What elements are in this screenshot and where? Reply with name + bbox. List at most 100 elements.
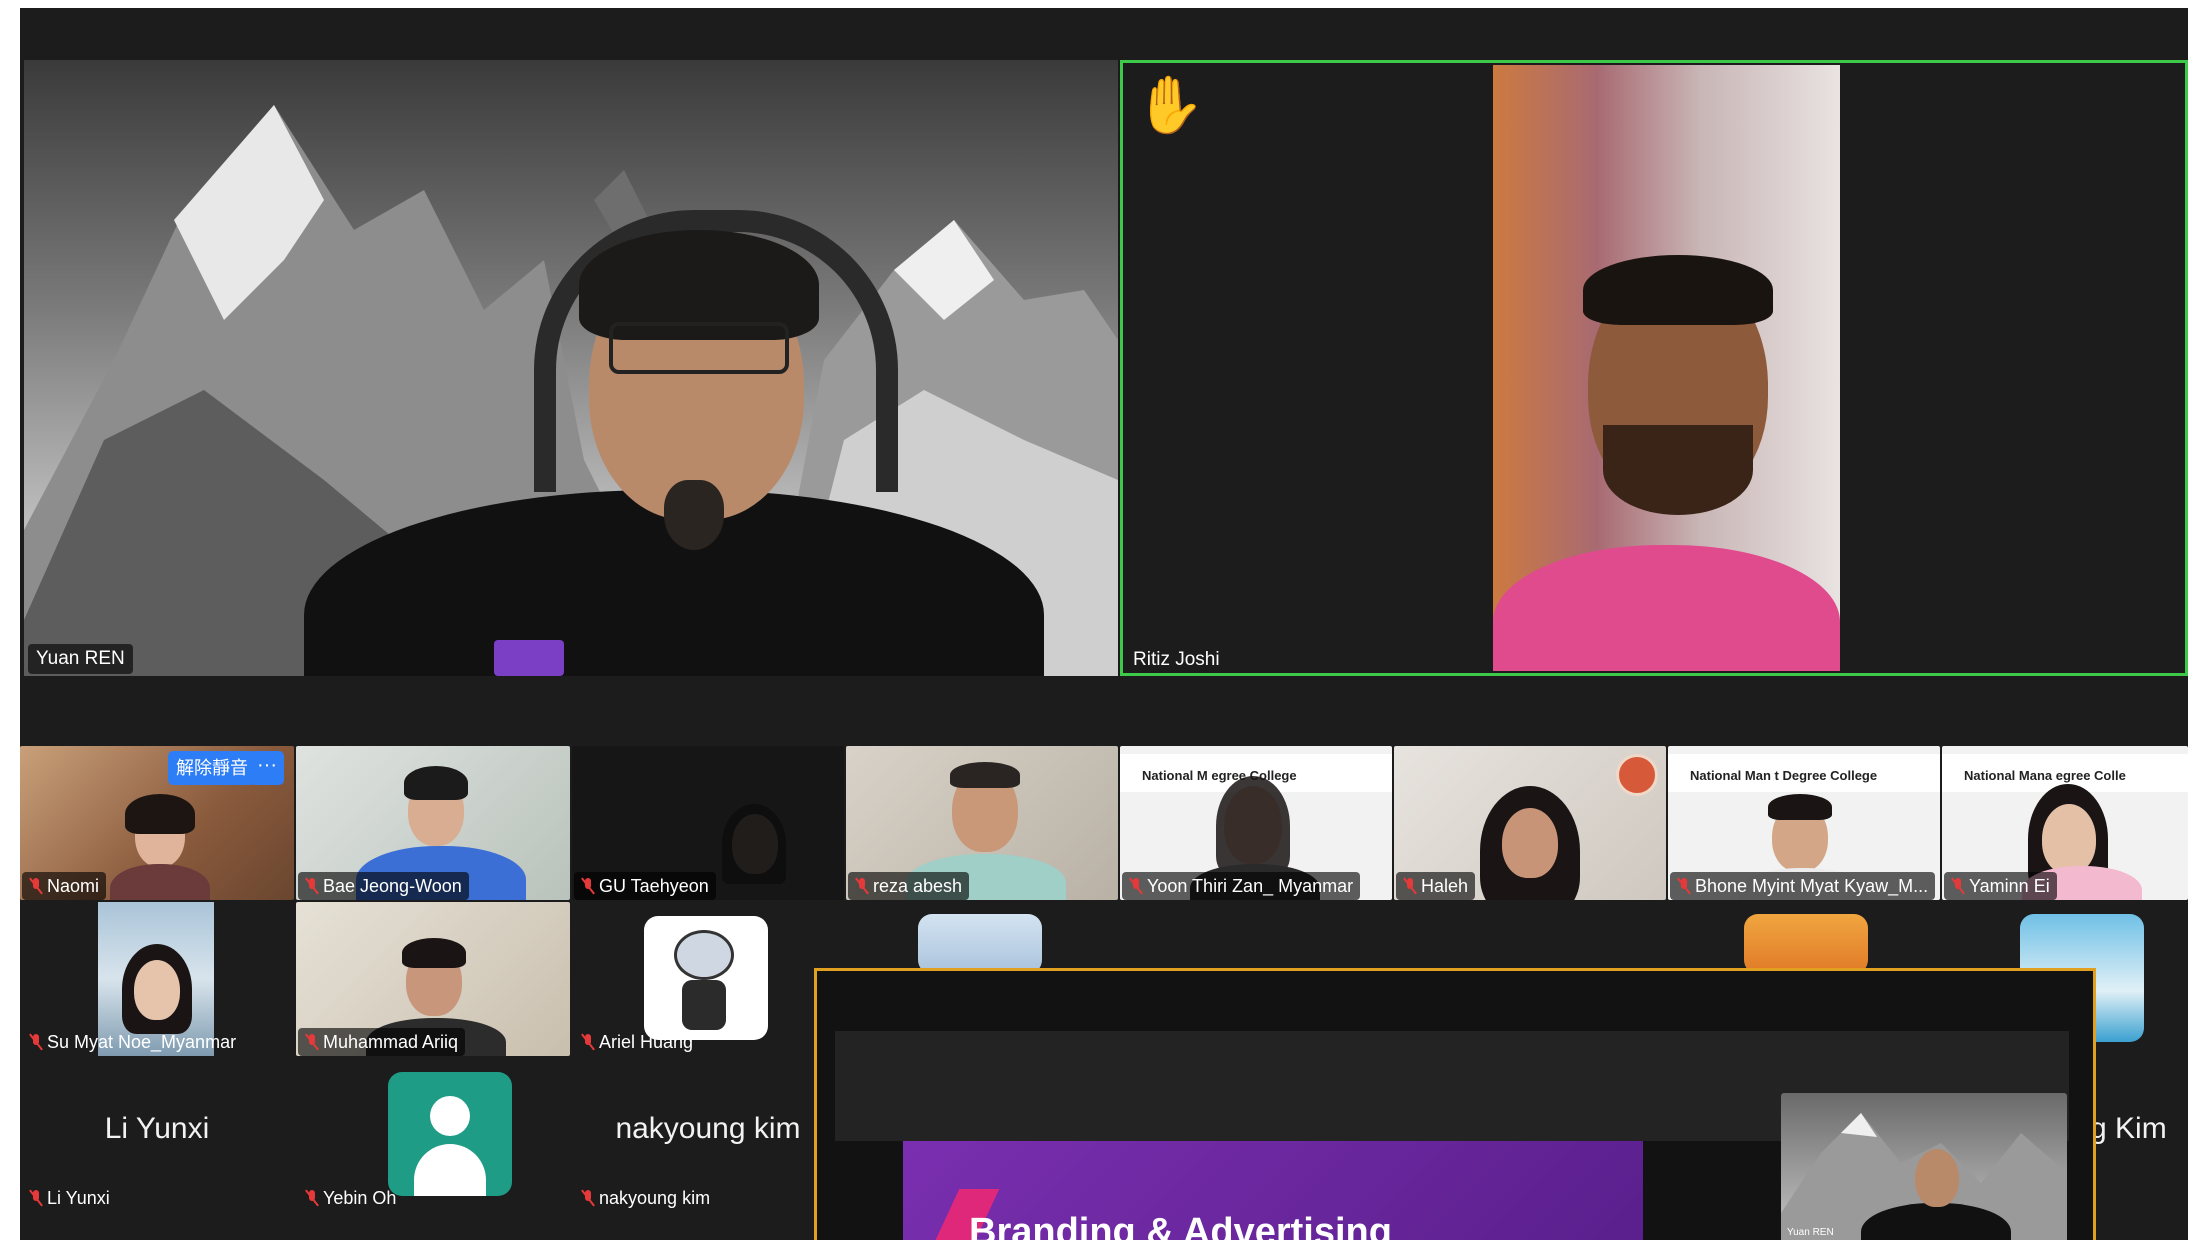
mic-muted-icon (1403, 877, 1417, 895)
ritiz-hair (1583, 255, 1773, 325)
participant-name: Li Yunxi (47, 1188, 110, 1208)
participant-display-name: Li Yunxi (104, 1112, 210, 1145)
raised-hand-icon: ✋ (1135, 73, 1205, 136)
cartoon-body (682, 980, 726, 1030)
reza-hair (950, 762, 1020, 788)
mic-muted-icon (305, 1189, 319, 1207)
participant-name: Naomi (47, 876, 100, 896)
participant-name: Haleh (1421, 876, 1469, 896)
yaminn-face (2042, 804, 2096, 874)
user-silhouette-body-icon (414, 1144, 486, 1196)
gu-hair (722, 804, 786, 884)
mic-muted-icon (1677, 877, 1691, 895)
gallery-tile-bhone-myint-myat-kyaw[interactable]: National Man t Degree College Bhone Myin… (1668, 746, 1940, 900)
participant-name: Bae Jeong-Woon (323, 876, 462, 896)
name-tag-yaminn-ei: Yaminn Ei (1944, 872, 2057, 900)
gallery-tile-naomi[interactable]: 解除靜音 ··· Naomi (20, 746, 294, 900)
college-banner: National Man t Degree College (1668, 754, 1940, 792)
name-tag-haleh: Haleh (1396, 872, 1476, 900)
mic-muted-icon (855, 877, 869, 895)
yoon-hair (1216, 776, 1290, 876)
bhone-hair (1768, 794, 1832, 820)
banner-text: National Mana egree Colle (1964, 768, 2126, 783)
name-tag-yebin-oh: Yebin Oh (298, 1184, 403, 1212)
partial-avatar-1 (918, 914, 1042, 974)
participant-name: Yebin Oh (323, 1188, 397, 1208)
participant-name: nakyoung kim (599, 1188, 711, 1208)
mic-muted-icon (29, 1189, 43, 1207)
gallery-tile-muhammad-ariiq[interactable]: Muhammad Ariiq (296, 902, 570, 1056)
video-tile-ritiz-joshi[interactable]: ✋ Ritiz Joshi (1120, 60, 2188, 676)
wall-clock (1616, 754, 1658, 796)
mini-presenter-name: Yuan REN (1787, 1227, 1834, 1238)
gallery-tile-gu-taehyeon[interactable]: GU Taehyeon (572, 746, 844, 900)
name-tag-li-yunxi: Li Yunxi (22, 1184, 117, 1212)
gallery-tile-bae-jeong-woon[interactable]: Bae Jeong-Woon (296, 746, 570, 900)
presenter-mini-video[interactable]: Yuan REN (1781, 1093, 2067, 1240)
bae-hair (404, 766, 468, 800)
mic-muted-icon (29, 1033, 43, 1051)
ritiz-video-frame (1493, 65, 1840, 671)
name-tag-muhammad-ariiq: Muhammad Ariiq (298, 1028, 466, 1056)
gallery-tile-yoon-thiri-zan[interactable]: National M egree College Yoon Thiri Zan_… (1120, 746, 1392, 900)
presentation-slide: Branding & Advertising (903, 1141, 1643, 1240)
shirt-logo (494, 640, 564, 676)
participant-display-name: nakyoung kim (615, 1112, 801, 1145)
participant-name: Ariel Huang (599, 1032, 694, 1052)
gallery-tile-reza-abesh[interactable]: reza abesh (846, 746, 1118, 900)
gallery-tile-su-myat-noe[interactable]: Su Myat Noe_Myanmar (20, 902, 294, 1056)
name-tag-yoon-thiri-zan: Yoon Thiri Zan_ Myanmar (1122, 872, 1361, 900)
default-avatar (388, 1072, 512, 1196)
ritiz-shirt (1493, 545, 1840, 671)
gallery-tile-haleh[interactable]: Haleh (1394, 746, 1666, 900)
ariiq-hair (402, 938, 466, 968)
more-options-button[interactable]: ··· (250, 751, 284, 785)
goatee (664, 480, 724, 550)
su-face (134, 960, 180, 1020)
participant-name: Yoon Thiri Zan_ Myanmar (1147, 876, 1354, 896)
gallery-tile-nakyoung-kim[interactable]: nakyoung kim nakyoung kim (572, 1058, 844, 1212)
name-tag-bhone-myint-myat-kyaw: Bhone Myint Myat Kyaw_M... (1670, 872, 1936, 900)
banner-text: National Man t Degree College (1690, 768, 1878, 783)
cartoon-head (674, 930, 734, 980)
mic-muted-icon (1129, 877, 1143, 895)
participant-name: GU Taehyeon (599, 876, 709, 896)
name-tag-ritiz-joshi: Ritiz Joshi (1133, 649, 1220, 670)
shared-screen-window[interactable]: Branding & Advertising Yuan REN (814, 968, 2096, 1240)
haleh-face (1502, 808, 1558, 878)
name-tag-reza-abesh: reza abesh (848, 872, 970, 900)
participant-name: Yaminn Ei (1969, 876, 2050, 896)
name-tag-su-myat-noe: Su Myat Noe_Myanmar (22, 1028, 243, 1056)
gallery-tile-yaminn-ei[interactable]: National Mana egree Colle Yaminn Ei (1942, 746, 2188, 900)
ariel-avatar (644, 916, 768, 1040)
mini-presenter-face (1915, 1149, 1959, 1207)
partial-participant-name: g Kim (2090, 1112, 2167, 1145)
mic-muted-icon (581, 1033, 595, 1051)
user-silhouette-head-icon (430, 1096, 470, 1136)
mic-muted-icon (581, 877, 595, 895)
participant-name: Muhammad Ariiq (323, 1032, 459, 1052)
glasses (609, 322, 789, 374)
participant-name: Bhone Myint Myat Kyaw_M... (1695, 876, 1929, 896)
name-tag-gu-taehyeon: GU Taehyeon (574, 872, 716, 900)
ritiz-beard (1603, 425, 1753, 515)
name-tag-yuan-ren: Yuan REN (28, 644, 133, 674)
name-tag-ariel-huang: Ariel Huang (574, 1028, 700, 1056)
gallery-tile-yebin-oh[interactable]: Yebin Oh (296, 1058, 570, 1212)
participant-name: Su Myat Noe_Myanmar (47, 1032, 237, 1052)
name-tag-bae-jeong-woon: Bae Jeong-Woon (298, 872, 469, 900)
naomi-hair (125, 794, 195, 834)
unmute-button[interactable]: 解除靜音 (168, 751, 256, 785)
zoom-meeting-window: Yuan REN ✋ Ritiz Joshi 解除靜音 ··· Naomi Ba… (20, 8, 2188, 1240)
video-tile-yuan-ren[interactable]: Yuan REN (24, 60, 1118, 676)
naomi-body (110, 864, 210, 900)
name-tag-nakyoung-kim: nakyoung kim (574, 1184, 717, 1212)
name-tag-naomi: Naomi (22, 872, 107, 900)
gallery-tile-ariel-huang[interactable]: Ariel Huang (572, 902, 844, 1056)
gallery-tile-li-yunxi[interactable]: Li Yunxi Li Yunxi (20, 1058, 294, 1212)
partial-avatar-2 (1744, 914, 1868, 974)
mic-muted-icon (305, 1033, 319, 1051)
mic-muted-icon (305, 877, 319, 895)
participant-name: reza abesh (873, 876, 963, 896)
mic-muted-icon (29, 877, 43, 895)
